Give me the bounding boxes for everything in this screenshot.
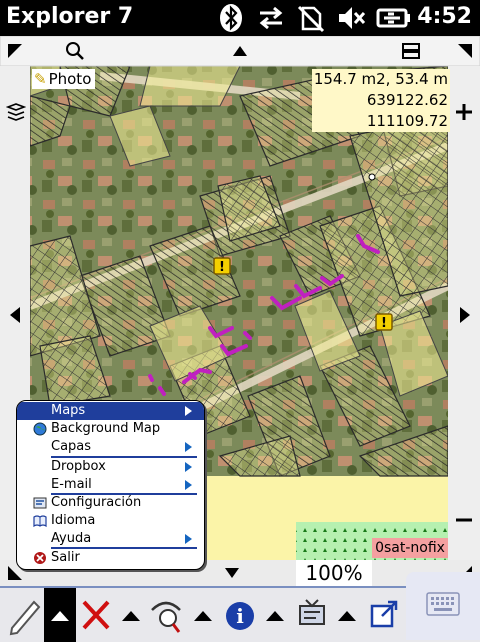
zoom-search-icon[interactable] — [64, 40, 86, 62]
settings-icon — [33, 497, 47, 509]
keyboard-icon — [426, 592, 460, 616]
data-sync-icon[interactable] — [256, 3, 286, 33]
pan-up-left-icon[interactable] — [6, 42, 24, 60]
info-icon[interactable]: i — [220, 588, 260, 642]
submenu-arrow-icon — [185, 480, 192, 490]
chevron-up-icon — [122, 611, 140, 621]
layer-stack-icon[interactable] — [6, 102, 26, 122]
globe-icon — [33, 422, 47, 436]
menu-item-label: Capas — [51, 439, 92, 454]
menu-item-label: Idioma — [51, 513, 96, 528]
exit-icon — [34, 552, 46, 564]
pan-down-icon[interactable] — [224, 566, 240, 580]
y-coordinate: 111109.72 — [366, 112, 448, 130]
menu-item-label: Salir — [51, 550, 80, 565]
submenu-arrow-icon — [185, 462, 192, 472]
warning-marker[interactable]: ! — [375, 313, 393, 331]
submenu-arrow-icon — [185, 534, 192, 544]
gps-settings-menu-button[interactable] — [262, 588, 288, 642]
volume-mute-icon[interactable] — [336, 3, 366, 33]
menu-item-label: Configuración — [51, 495, 142, 510]
layers-toggle-icon[interactable] — [400, 40, 422, 62]
chevron-up-icon — [51, 611, 69, 621]
zoom-level[interactable]: 100% — [296, 560, 372, 586]
pan-right-icon[interactable] — [458, 306, 472, 324]
battery-charging-icon[interactable] — [376, 3, 412, 33]
chevron-up-icon — [338, 611, 356, 621]
export-icon[interactable] — [364, 588, 404, 642]
menu-item-label: Ayuda — [51, 531, 92, 546]
svg-text:!: ! — [219, 260, 225, 275]
pan-up-icon[interactable] — [232, 44, 248, 58]
gps-select-menu-button[interactable] — [118, 588, 144, 642]
menu-item-configuracion[interactable]: Configuración — [17, 494, 204, 512]
pencil-tool-icon[interactable] — [4, 588, 44, 642]
pan-left-icon[interactable] — [8, 306, 22, 324]
warning-marker[interactable]: ! — [213, 257, 231, 275]
submenu-arrow-icon — [185, 442, 192, 452]
info-menu-button[interactable] — [190, 588, 216, 642]
svg-text:i: i — [236, 604, 244, 628]
photo-label: Photo — [48, 70, 92, 88]
menu-item-idioma[interactable]: Idioma — [17, 512, 204, 530]
svg-text:!: ! — [381, 316, 387, 331]
area-perimeter: 154.7 m2, 53.4 m — [313, 70, 448, 88]
menu-item-capas[interactable]: Capas — [17, 438, 204, 456]
app-title: Explorer 7 — [6, 4, 134, 29]
menu-item-label: Background Map — [51, 421, 161, 436]
chevron-up-icon — [194, 611, 212, 621]
clock: 4:52 — [417, 4, 472, 29]
menu-item-email[interactable]: E-mail — [17, 476, 204, 494]
measurement-readout: 154.7 m2, 53.4 m 639122.62 111109.72 — [311, 69, 450, 132]
menu-item-background-map[interactable]: Background Map — [17, 420, 204, 438]
menu-item-label: E-mail — [51, 477, 92, 492]
no-sim-icon[interactable] — [296, 3, 326, 33]
chevron-up-icon — [266, 611, 284, 621]
bluetooth-icon[interactable] — [216, 3, 246, 33]
gps-select-icon[interactable] — [146, 588, 188, 642]
gps-fix-status: 0sat-nofix — [372, 538, 448, 558]
export-menu-button[interactable] — [334, 588, 360, 642]
zoom-in-icon[interactable] — [454, 102, 474, 122]
pencil-icon: ✎ — [34, 70, 47, 88]
x-coordinate: 639122.62 — [366, 91, 448, 109]
menu-item-dropbox[interactable]: Dropbox — [17, 458, 204, 476]
context-menu: Maps Background Map Capas Dropbox E-mail… — [16, 400, 205, 570]
menu-item-label: Maps — [51, 403, 86, 418]
submenu-arrow-icon — [185, 406, 192, 416]
pencil-tool-menu-button[interactable] — [44, 588, 76, 642]
gps-settings-icon[interactable] — [292, 588, 332, 642]
menu-item-maps[interactable]: Maps — [17, 402, 204, 420]
menu-item-salir[interactable]: Salir — [17, 549, 204, 567]
menu-item-label: Dropbox — [51, 459, 106, 474]
keyboard-toggle-button[interactable] — [406, 572, 480, 640]
status-bar: Explorer 7 4:52 — [0, 0, 480, 36]
language-book-icon — [33, 515, 47, 528]
delete-icon[interactable] — [78, 588, 114, 642]
photo-button[interactable]: ✎ Photo — [32, 69, 96, 89]
pan-up-right-icon[interactable] — [456, 42, 474, 60]
zoom-out-icon[interactable] — [454, 510, 474, 530]
menu-item-ayuda[interactable]: Ayuda — [17, 530, 204, 548]
gps-point[interactable] — [368, 173, 376, 181]
